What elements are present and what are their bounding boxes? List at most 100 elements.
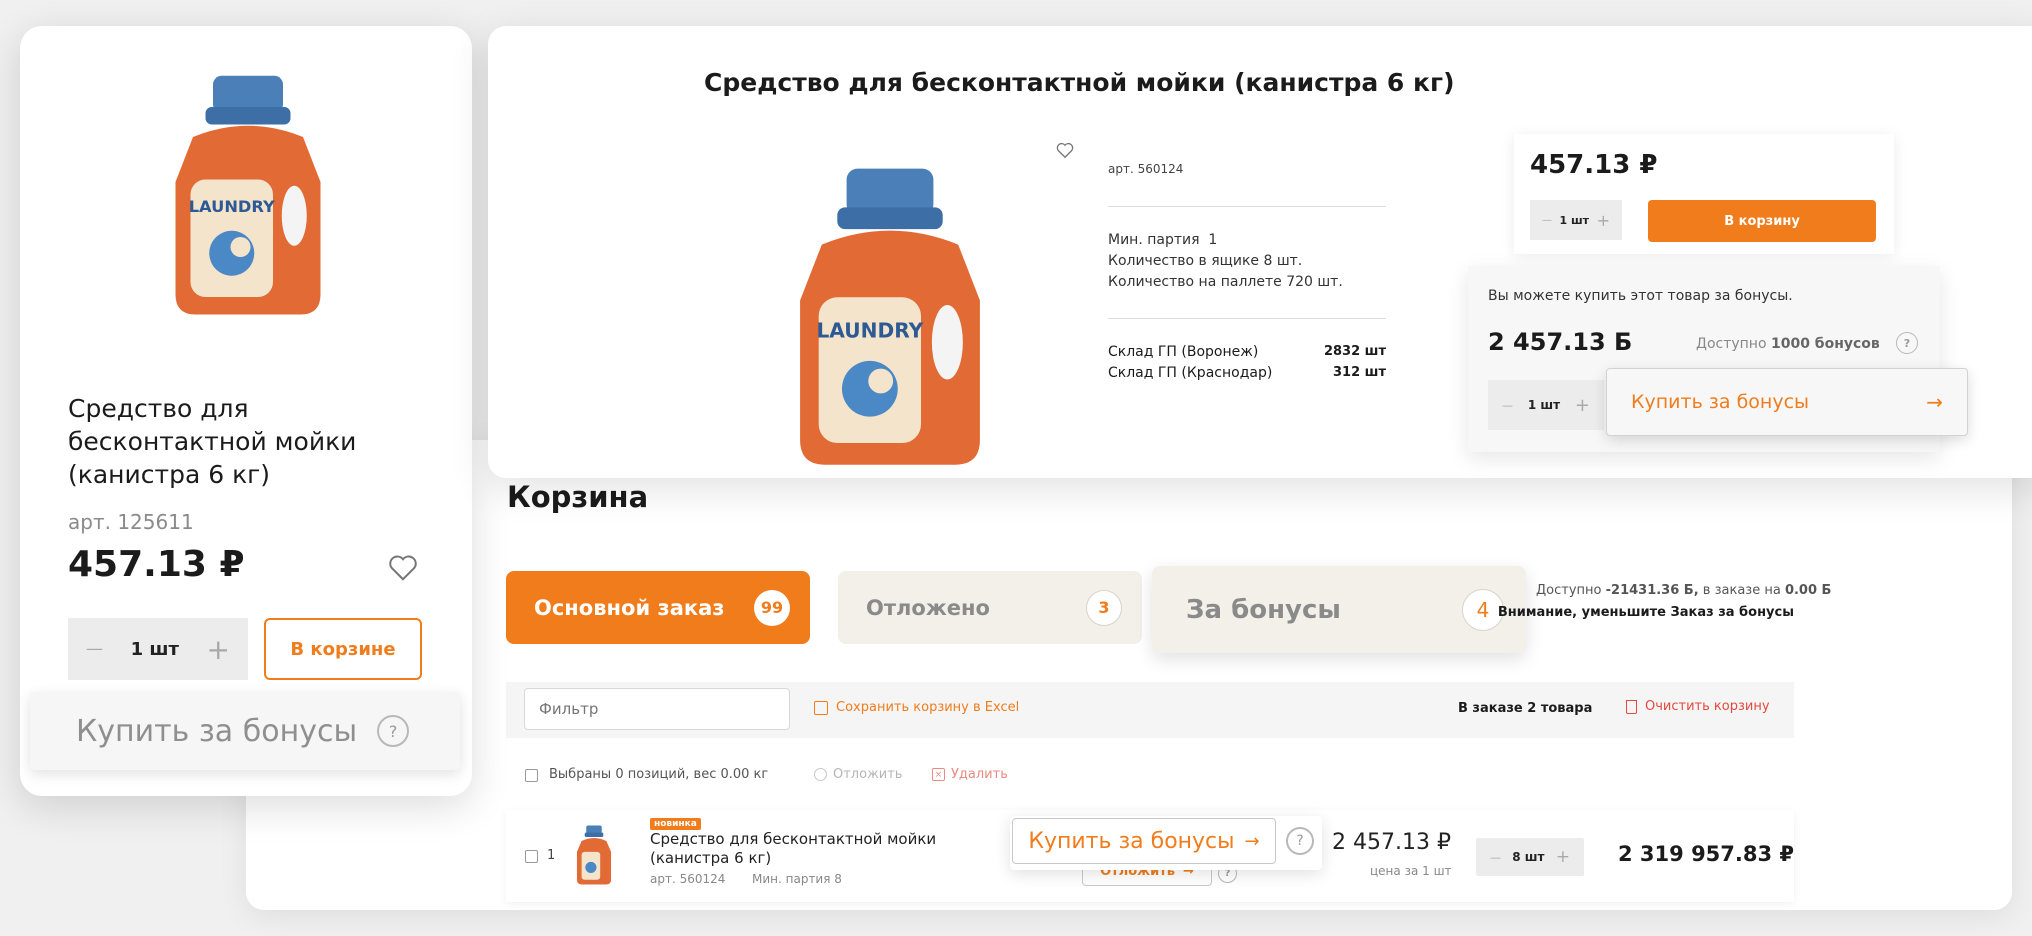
card-product-image: LAUNDRY xyxy=(158,72,338,322)
save-excel-button[interactable]: Сохранить корзину в Excel xyxy=(814,700,1019,715)
minus-icon[interactable]: — xyxy=(1502,399,1513,412)
info-prefix: Доступно xyxy=(1536,583,1602,598)
stock-name: Склад ГП (Краснодар) xyxy=(1108,365,1273,381)
row-min-batch: Мин. партия 8 xyxy=(752,872,842,886)
bottle-image: LAUNDRY xyxy=(175,75,321,315)
row-checkbox[interactable] xyxy=(525,850,538,863)
arrow-right-icon: → xyxy=(1244,830,1260,852)
tab-main-order-count: 99 xyxy=(754,589,790,626)
popup-product-title: Средство для бесконтактной мойки (канист… xyxy=(704,68,1455,97)
question-icon[interactable]: ? xyxy=(1896,332,1918,354)
clear-cart-button[interactable]: Очистить корзину xyxy=(1626,699,1770,714)
stock-row: Склад ГП (Краснодар) 312 шт xyxy=(1108,365,1386,381)
tab-main-order[interactable]: Основной заказ 99 xyxy=(506,571,810,644)
new-badge: новинка xyxy=(650,818,701,830)
close-icon: × xyxy=(932,768,945,781)
card-product-title[interactable]: Средство для бесконтактной мойки (канист… xyxy=(68,392,408,491)
row-total: 2 319 957.83 ₽ xyxy=(1618,842,1795,866)
svg-text:LAUNDRY: LAUNDRY xyxy=(189,197,275,216)
plus-icon[interactable]: + xyxy=(1575,395,1590,416)
row-product-name[interactable]: Средство для бесконтактной мойки (канист… xyxy=(650,830,950,868)
cart-title: Корзина xyxy=(507,480,649,514)
popup-min-batch: Мин. партия 1 xyxy=(1108,232,1218,248)
popup-qty-value[interactable]: 1 шт xyxy=(1560,214,1590,227)
row-qty-stepper[interactable]: — 8 шт + xyxy=(1476,838,1584,876)
info-mid: в заказе на xyxy=(1702,583,1781,598)
buy-bonus-button[interactable]: Купить за бонусы → xyxy=(1606,368,1968,436)
in-order-count: В заказе 2 товара xyxy=(1458,701,1593,716)
bonus-qty-stepper[interactable]: — 1 шт + xyxy=(1488,380,1604,430)
selected-info: Выбраны 0 позиций, вес 0.00 кг xyxy=(549,767,769,782)
info-available: -21431.36 Б, xyxy=(1605,583,1699,598)
bonus-warning: Внимание, уменьшите Заказ за бонусы xyxy=(1497,605,1794,620)
delete-selected-label: Удалить xyxy=(951,767,1008,782)
plus-icon[interactable]: + xyxy=(1597,211,1610,230)
row-price-note: цена за 1 шт xyxy=(1370,864,1452,878)
stock-value: 2832 шт xyxy=(1323,344,1386,359)
save-excel-label: Сохранить корзину в Excel xyxy=(836,700,1020,715)
heart-icon[interactable] xyxy=(1056,142,1074,163)
arrow-right-icon: → xyxy=(1926,390,1943,414)
trash-icon xyxy=(1626,699,1637,714)
bonus-available: Доступно 1000 бонусов xyxy=(1696,336,1880,352)
clear-cart-label: Очистить корзину xyxy=(1645,699,1770,714)
minus-icon[interactable]: — xyxy=(86,639,103,659)
row-buy-bonus-button[interactable]: Купить за бонусы → xyxy=(1012,818,1276,864)
stock-name: Склад ГП (Воронеж) xyxy=(1108,344,1259,360)
tab-postponed-label: Отложено xyxy=(866,595,990,620)
plus-icon[interactable]: + xyxy=(207,633,230,666)
row-price: 2 457.13 ₽ xyxy=(1332,830,1451,855)
postpone-selected-label: Отложить xyxy=(833,767,903,782)
row-article: арт. 560124 xyxy=(650,872,726,886)
popup-qty-pallet: Количество на паллете 720 шт. xyxy=(1108,274,1343,290)
card-buy-bonus-label: Купить за бонусы xyxy=(76,713,358,749)
available-value: 1000 бонусов xyxy=(1770,336,1880,352)
popup-qty-stepper[interactable]: — 1 шт + xyxy=(1530,200,1622,240)
bonus-note: Вы можете купить этот товар за бонусы. xyxy=(1488,288,1793,304)
svg-text:LAUNDRY: LAUNDRY xyxy=(816,319,923,343)
bottle-image xyxy=(576,825,612,885)
tab-bonus[interactable]: За бонусы 4 xyxy=(1152,566,1526,653)
in-cart-button[interactable]: В корзине xyxy=(264,618,422,680)
excel-icon xyxy=(814,700,828,715)
popup-qty-box: Количество в ящике 8 шт. xyxy=(1108,253,1303,269)
available-prefix: Доступно xyxy=(1696,336,1767,352)
row-product-image xyxy=(572,824,616,886)
delete-selected-button[interactable]: × Удалить xyxy=(932,767,1008,782)
tab-postponed-count: 3 xyxy=(1086,589,1122,626)
divider xyxy=(1108,318,1386,319)
card-price: 457.13 ₽ xyxy=(68,544,245,585)
row-buy-bonus-label: Купить за бонусы xyxy=(1028,828,1235,854)
clock-icon xyxy=(814,768,827,781)
bonus-qty-value[interactable]: 1 шт xyxy=(1528,398,1560,412)
popup-product-image: LAUNDRY xyxy=(780,164,1000,474)
question-icon[interactable]: ? xyxy=(377,715,410,747)
card-buy-bonus-button[interactable]: Купить за бонусы ? xyxy=(30,692,460,770)
card-qty-value[interactable]: 1 шт xyxy=(131,639,179,660)
stock-value: 312 шт xyxy=(1332,365,1386,380)
postpone-selected-button[interactable]: Отложить xyxy=(814,767,902,782)
bonus-info: Доступно -21431.36 Б, в заказе на 0.00 Б xyxy=(1536,583,1831,598)
divider xyxy=(1108,206,1386,207)
heart-icon[interactable] xyxy=(388,554,418,586)
minus-icon[interactable]: — xyxy=(1490,851,1501,864)
add-to-cart-button[interactable]: В корзину xyxy=(1648,200,1876,242)
select-all-checkbox[interactable] xyxy=(525,769,538,782)
plus-icon[interactable]: + xyxy=(1556,847,1570,867)
row-index: 1 xyxy=(547,848,556,863)
buy-bonus-label: Купить за бонусы xyxy=(1631,391,1810,413)
tab-postponed[interactable]: Отложено 3 xyxy=(838,571,1142,644)
card-article: арт. 125611 xyxy=(68,510,194,534)
card-qty-stepper[interactable]: — 1 шт + xyxy=(68,618,248,680)
minus-icon[interactable]: — xyxy=(1542,215,1552,226)
row-bonus-help-icon[interactable]: ? xyxy=(1286,827,1314,855)
tab-bonus-label: За бонусы xyxy=(1186,594,1341,625)
popup-price: 457.13 ₽ xyxy=(1530,150,1658,180)
cart-panel: Корзина Основной заказ 99 Отложено 3 За … xyxy=(246,440,2012,910)
filter-input[interactable] xyxy=(524,688,790,730)
tab-main-order-label: Основной заказ xyxy=(534,595,725,620)
row-qty-value[interactable]: 8 шт xyxy=(1512,850,1544,864)
product-card: LAUNDRY Средство для бесконтактной мойки… xyxy=(20,26,472,796)
popup-article: арт. 560124 xyxy=(1108,162,1184,176)
product-popup: Средство для бесконтактной мойки (канист… xyxy=(488,26,2032,478)
